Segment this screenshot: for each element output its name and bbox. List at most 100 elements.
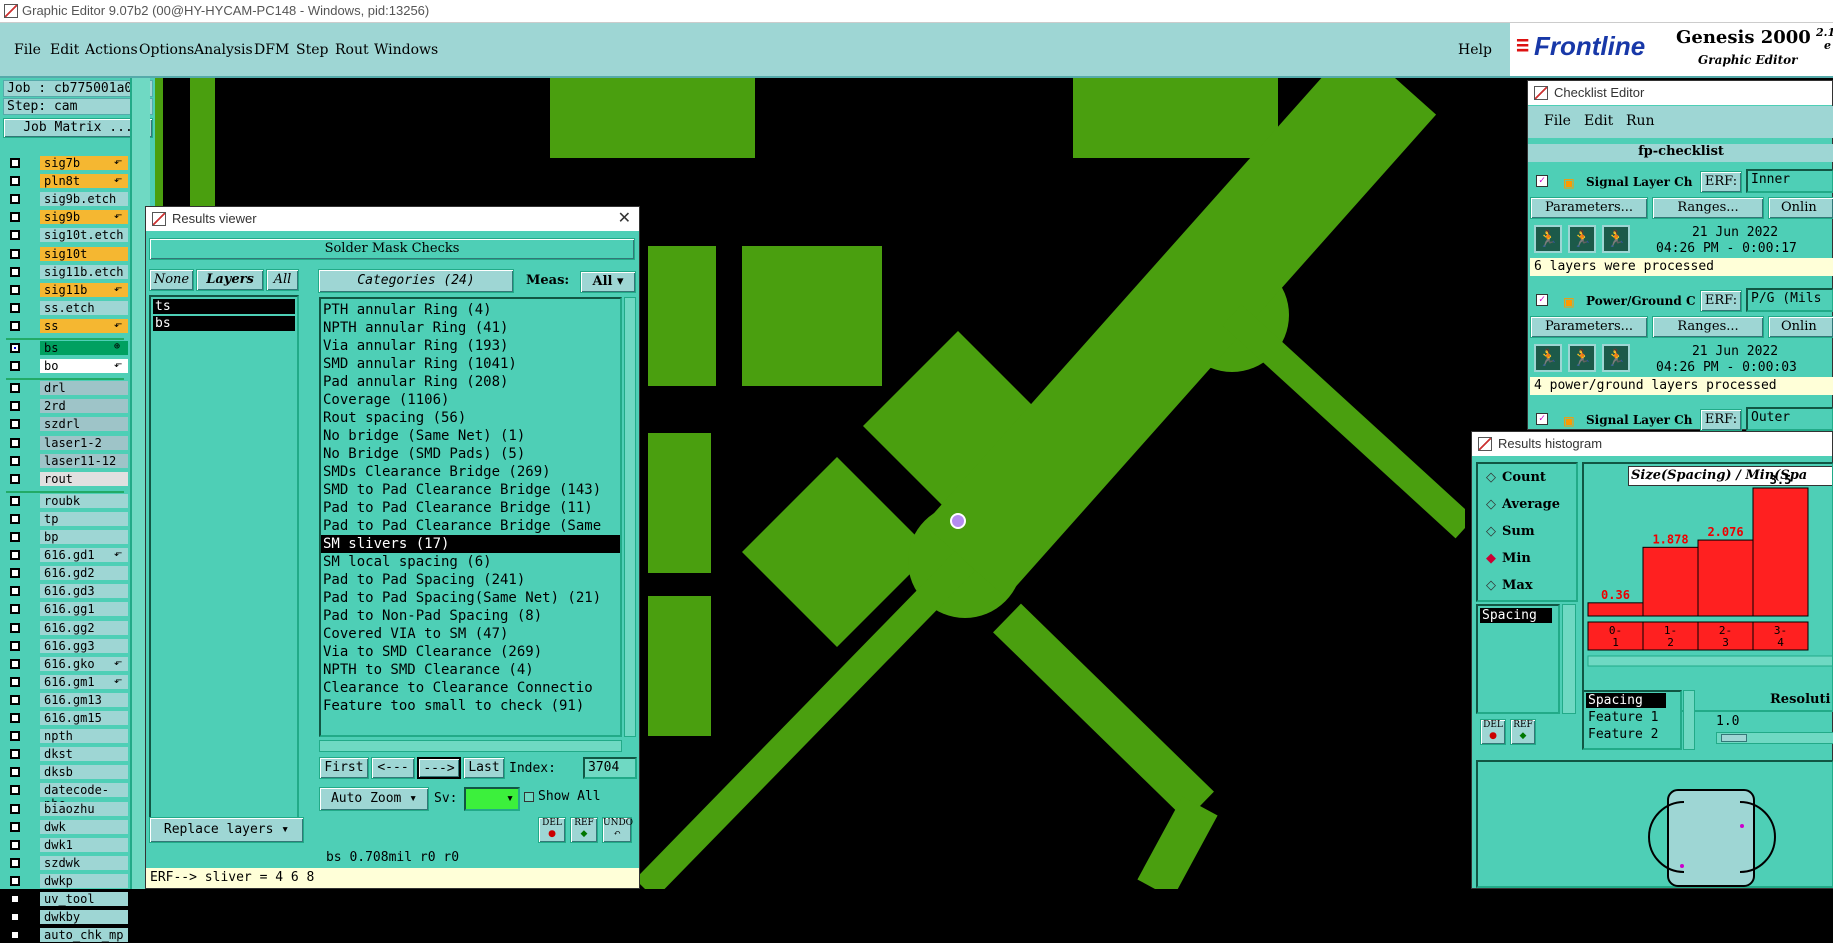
layer-row-roubk[interactable]: roubk [6, 493, 128, 509]
category-item[interactable]: Coverage (1106) [321, 391, 620, 409]
layer-checkbox[interactable] [10, 302, 20, 313]
run-check-icon[interactable]: 🏃 [1534, 225, 1562, 253]
layer-checkbox[interactable] [10, 604, 20, 615]
layer-checkbox[interactable] [10, 785, 20, 796]
category-item[interactable]: Pad annular Ring (208) [321, 373, 620, 391]
layer-name[interactable]: drl [40, 381, 128, 396]
run-check-icon[interactable]: 🏃 [1568, 225, 1596, 253]
category-item[interactable]: No bridge (Same Net) (1) [321, 427, 620, 445]
layer-row-ss[interactable]: ss ⬐ [6, 318, 128, 334]
layer-checkbox[interactable] [10, 513, 20, 524]
layer-name[interactable]: dwk1 [40, 837, 128, 852]
menu-file[interactable]: File [14, 42, 41, 58]
last-button[interactable]: Last [463, 757, 505, 779]
index-input[interactable]: 3704 [583, 757, 637, 779]
layer-row-sig10t.etch[interactable]: sig10t.etch [6, 228, 128, 243]
layer-row-sig11b[interactable]: sig11b ⬐ [6, 282, 128, 298]
menu-rout[interactable]: Rout [335, 42, 369, 58]
layer-checkbox[interactable] [10, 803, 20, 814]
category-item[interactable]: PTH annular Ring (4) [321, 301, 620, 319]
category-scrollbar[interactable] [624, 297, 636, 737]
list-item[interactable]: Spacing [1586, 693, 1666, 708]
menu-dfm[interactable]: DFM [254, 42, 289, 58]
layer-name[interactable]: 616.gm15 [40, 711, 128, 725]
layer-checkbox[interactable] [10, 361, 20, 372]
layer-checkbox[interactable] [10, 676, 20, 687]
layer-row-sig11b.etch[interactable]: sig11b.etch [6, 264, 128, 280]
layer-name[interactable]: dwk [40, 819, 128, 834]
layer-name[interactable]: tp [40, 511, 128, 526]
category-item[interactable]: Clearance to Clearance Connectio [321, 679, 620, 697]
run-check-icon[interactable]: 🏃 [1602, 344, 1630, 372]
layer-name[interactable]: auto_chk_mp [40, 928, 128, 943]
layer-checkbox[interactable] [10, 176, 20, 187]
layer-checkbox[interactable] [10, 694, 20, 705]
layer-name[interactable]: 616.gd3 [40, 584, 128, 599]
menu-help[interactable]: Help [1458, 42, 1492, 58]
layer-checkbox[interactable] [10, 158, 20, 168]
auto-zoom-select[interactable]: Auto Zoom ▾ [319, 787, 429, 811]
layer-row-biaozhu[interactable]: biaozhu [6, 801, 128, 817]
layer-name[interactable]: 616.gg3 [40, 638, 128, 653]
layer-name[interactable]: 616.gg1 [40, 602, 128, 617]
layer-name[interactable]: dwkp [40, 873, 128, 888]
category-hscrollbar[interactable] [319, 740, 622, 752]
layer-row-drl[interactable]: drl [6, 381, 128, 396]
list-item[interactable]: Feature 1 [1586, 709, 1678, 726]
layer-name[interactable]: rout [40, 471, 128, 486]
layer-checkbox[interactable] [10, 248, 20, 259]
ranges-button[interactable]: Ranges... [1652, 316, 1764, 338]
layer-row-datecode-pbe[interactable]: datecode-pbe [6, 783, 128, 811]
layer-row-616.gd1[interactable]: 616.gd1 ⬐ [6, 548, 128, 563]
category-item[interactable]: Via annular Ring (193) [321, 337, 620, 355]
layer-name[interactable]: 2rd [40, 399, 128, 414]
layer-checkbox[interactable] [10, 731, 20, 742]
layer-name[interactable]: uv_tool [40, 892, 128, 906]
category-item[interactable]: Pad to Pad Clearance Bridge (11) [321, 499, 620, 517]
layer-row-npth[interactable]: npth [6, 729, 128, 744]
layer-row-dksb[interactable]: dksb [6, 765, 128, 780]
layer-name[interactable]: ss.etch [40, 300, 128, 315]
prev-button[interactable]: <--- [371, 757, 415, 779]
layer-row-auto_chk_mp[interactable]: auto_chk_mp [6, 928, 128, 943]
layer-name[interactable]: szdrl [40, 417, 128, 432]
layer-name[interactable]: bp [40, 530, 128, 544]
layer-checkbox[interactable] [10, 212, 20, 223]
layer-checkbox[interactable] [10, 437, 20, 448]
resolution-slider[interactable] [1716, 732, 1833, 744]
layer-name[interactable]: sig11b.etch [40, 264, 128, 279]
layer-row-616.gd3[interactable]: 616.gd3 [6, 584, 128, 599]
layer-name[interactable]: szdwk [40, 855, 128, 870]
layer-row-uv_tool[interactable]: uv_tool [6, 892, 128, 907]
layer-row-dwkp[interactable]: dwkp [6, 873, 128, 889]
layer-checkbox[interactable] [10, 383, 20, 394]
layer-checkbox[interactable] [10, 749, 20, 760]
category-item[interactable]: SMD annular Ring (1041) [321, 355, 620, 373]
del-button[interactable]: DEL ● [538, 817, 566, 843]
layer-row-bp[interactable]: bp [6, 530, 128, 545]
layer-checkbox[interactable] [10, 343, 20, 353]
show-all-checkbox[interactable] [524, 792, 534, 802]
layer-name[interactable]: laser11-12 [40, 453, 128, 468]
category-item[interactable]: Feature too small to check (91) [321, 697, 620, 715]
categories-button[interactable]: Categories (24) [318, 269, 514, 293]
layer-name[interactable]: 616.gd2 [40, 566, 128, 581]
layer-checkbox[interactable] [10, 713, 20, 723]
layer-row-dkst[interactable]: dkst [6, 747, 128, 762]
layer-row-616.gd2[interactable]: 616.gd2 [6, 566, 128, 581]
layer-row-laser1-2[interactable]: laser1-2 [6, 435, 128, 451]
category-item[interactable]: Pad to Non-Pad Spacing (8) [321, 607, 620, 625]
erf-button[interactable]: ERF: [1700, 409, 1742, 431]
layer-checkbox[interactable] [10, 912, 20, 923]
menu-step[interactable]: Step [296, 42, 328, 58]
layer-row-616.gm15[interactable]: 616.gm15 [6, 711, 128, 726]
layer-row-ss.etch[interactable]: ss.etch [6, 300, 128, 316]
check-enable-checkbox[interactable]: ✓ [1536, 175, 1548, 187]
run-check-icon[interactable]: 🏃 [1534, 344, 1562, 372]
layer-checkbox[interactable] [10, 640, 20, 651]
check-enable-checkbox[interactable]: ✓ [1536, 294, 1548, 306]
run-check-icon[interactable]: 🏃 [1568, 344, 1596, 372]
layer-checkbox[interactable] [10, 821, 20, 832]
layer-checkbox[interactable] [10, 401, 20, 412]
layer-row-dwkby[interactable]: dwkby [6, 910, 128, 925]
